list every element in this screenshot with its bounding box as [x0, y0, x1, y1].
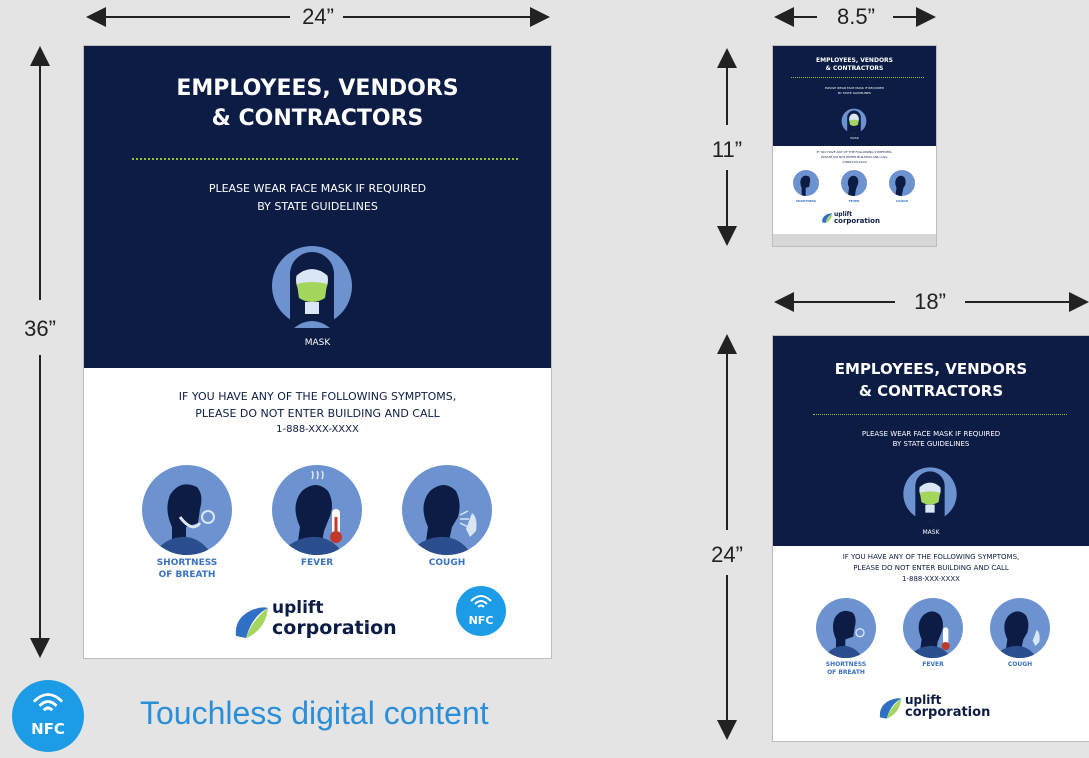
small-symptoms-line2: PLEASE DO NOT ENTER BUILDING AND CALL: [821, 155, 888, 159]
footer-nfc-icon: NFC: [12, 680, 84, 752]
mask-icon: [272, 246, 352, 328]
medium-mask-line2: BY STATE GUIDELINES: [892, 440, 970, 448]
small-phone: 1-888-XXX-XXXX: [842, 160, 867, 164]
medium-symptom-label-1b: OF BREATH: [827, 669, 865, 676]
small-title-line1: EMPLOYEES, VENDORS: [816, 57, 893, 64]
small-brand-line2: corporation: [834, 217, 880, 225]
shortness-of-breath-icon: [142, 465, 232, 555]
small-symptoms-line1: IF YOU HAVE ANY OF THE FOLLOWING SYMPTOM…: [816, 150, 893, 154]
poster-title-line1: EMPLOYEES, VENDORS: [176, 76, 459, 101]
small-symptom-label-2: FEVER: [848, 199, 860, 203]
small-dotted-divider: [791, 77, 924, 78]
medium-cough-icon: [990, 598, 1050, 658]
dotted-divider: [132, 158, 518, 160]
small-mask-icon: [841, 108, 867, 134]
uplift-logo-icon: [235, 607, 268, 638]
footer-wifi-icon: [32, 693, 64, 712]
fever-icon: [272, 465, 362, 555]
medium-phone: 1-888-XXX-XXXX: [902, 575, 960, 583]
nfc-badge-label: NFC: [468, 614, 494, 627]
small-title-line2: & CONTRACTORS: [825, 65, 884, 72]
medium-mask-line1: PLEASE WEAR FACE MASK IF REQUIRED: [861, 430, 1001, 438]
medium-width-label: 18”: [914, 289, 946, 314]
small-shortness-of-breath-icon: [793, 170, 819, 196]
large-width-label: 24”: [302, 4, 334, 29]
brand-line2: corporation: [272, 617, 397, 639]
small-width-label: 8.5”: [837, 4, 875, 29]
medium-brand-line2: corporation: [905, 705, 991, 720]
symptom-label-2: FEVER: [300, 558, 334, 568]
large-poster: EMPLOYEES, VENDORS & CONTRACTORS PLEASE …: [84, 46, 551, 658]
mask-instruction-line2: BY STATE GUIDELINES: [257, 200, 378, 213]
medium-symptoms-line2: PLEASE DO NOT ENTER BUILDING AND CALL: [853, 564, 1009, 572]
small-cough-icon: [889, 170, 915, 196]
nfc-badge: NFC: [456, 586, 506, 636]
mask-label: MASK: [304, 338, 331, 348]
medium-shortness-of-breath-icon: [816, 598, 876, 658]
small-mask-line2: BY STATE GUIDELINES: [838, 91, 871, 95]
medium-symptom-label-2: FEVER: [922, 661, 944, 668]
medium-fever-icon: [903, 598, 963, 658]
small-fever-icon: [841, 170, 867, 196]
medium-mask-icon: [903, 467, 957, 521]
medium-mask-label: MASK: [922, 529, 940, 536]
small-height-label: 11”: [711, 137, 743, 162]
medium-poster: EMPLOYEES, VENDORS & CONTRACTORS PLEASE …: [773, 336, 1089, 741]
symptoms-line1: IF YOU HAVE ANY OF THE FOLLOWING SYMPTOM…: [178, 390, 457, 403]
symptoms-line2: PLEASE DO NOT ENTER BUILDING AND CALL: [195, 407, 440, 420]
medium-title-line2: & CONTRACTORS: [858, 382, 1004, 400]
footer-nfc-label: NFC: [31, 720, 65, 738]
medium-title-line1: EMPLOYEES, VENDORS: [834, 360, 1028, 378]
small-symptom-label-1: SHORTNESS: [795, 199, 817, 203]
medium-height-label: 24”: [711, 542, 743, 567]
small-mask-label: MASK: [850, 136, 859, 140]
poster-title-line2: & CONTRACTORS: [211, 106, 424, 131]
small-poster: EMPLOYEES, VENDORS & CONTRACTORS PLEASE …: [773, 46, 936, 246]
cough-icon: [402, 465, 492, 555]
medium-symptom-label-3: COUGH: [1007, 661, 1033, 668]
medium-uplift-logo-icon: [879, 698, 902, 719]
medium-dotted-divider: [813, 414, 1067, 415]
small-mask-line1: PLEASE WEAR FACE MASK IF REQUIRED: [824, 86, 885, 90]
small-poster-footer-strip: [773, 234, 936, 246]
small-uplift-logo-icon: [822, 213, 833, 224]
mask-instruction-line1: PLEASE WEAR FACE MASK IF REQUIRED: [208, 182, 427, 195]
symptom-label-1b: OF BREATH: [158, 570, 216, 580]
brand-line1: uplift: [272, 598, 324, 618]
large-height-label: 36”: [24, 316, 56, 341]
medium-symptoms-line1: IF YOU HAVE ANY OF THE FOLLOWING SYMPTOM…: [842, 553, 1020, 561]
touchless-caption: Touchless digital content: [140, 695, 489, 731]
small-symptom-label-3: COUGH: [895, 199, 909, 203]
symptom-label-3: COUGH: [428, 558, 466, 568]
medium-symptom-label-1a: SHORTNESS: [825, 661, 867, 668]
symptom-label-1a: SHORTNESS: [156, 558, 218, 568]
phone-number: 1-888-XXX-XXXX: [276, 424, 359, 435]
wifi-icon: [470, 595, 492, 608]
